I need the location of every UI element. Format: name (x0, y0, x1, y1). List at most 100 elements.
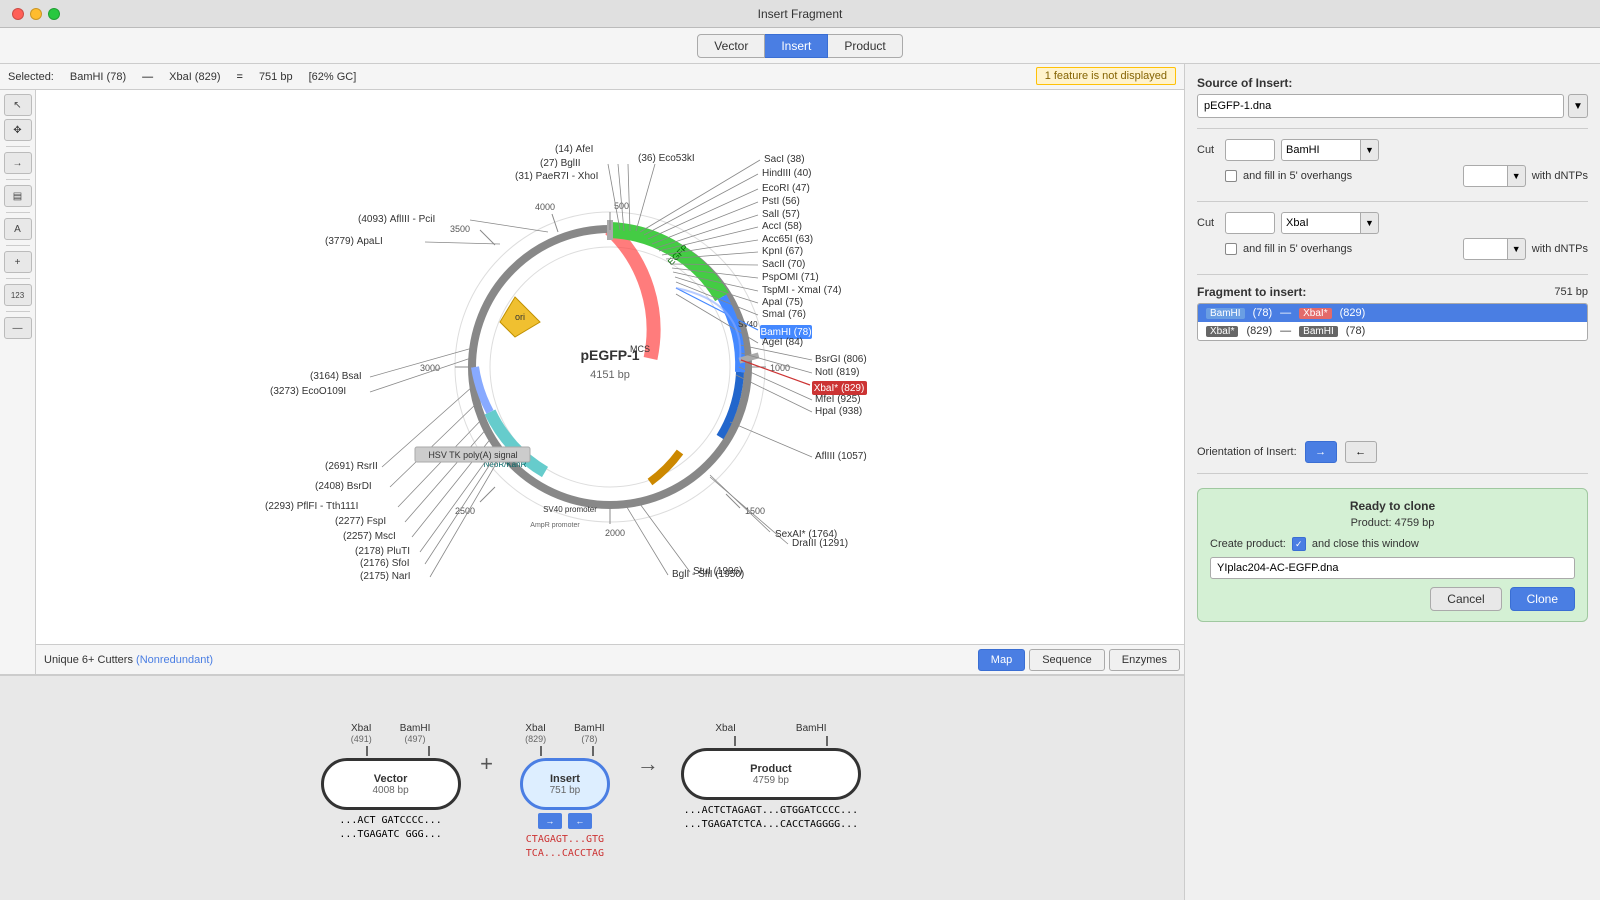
tool-label[interactable]: ▤ (4, 185, 32, 207)
map-toolbar: ↖ ✥ → ▤ A + 123 — (0, 90, 36, 674)
fill1-dntp-input[interactable] (1463, 165, 1508, 187)
tab-map[interactable]: Map (978, 649, 1025, 671)
circular-map-svg[interactable]: ori EGFP MCS SV40 NeoR/KanR (260, 90, 960, 652)
svg-text:TspMI - XmaI (74): TspMI - XmaI (74) (762, 285, 841, 296)
vector-xbai: XbaI (491) (351, 723, 372, 744)
main-layout: Selected: BamHI (78) — XbaI (829) = 751 … (0, 64, 1600, 900)
frag0-pos2: (829) (1340, 307, 1366, 319)
insert-bp: 751 bp (550, 785, 581, 796)
orient-reverse-btn[interactable]: ← (568, 813, 592, 829)
orient-forward-btn[interactable]: → (538, 813, 562, 829)
feature-warning: 1 feature is not displayed (1036, 67, 1176, 85)
svg-text:pEGFP-1: pEGFP-1 (580, 347, 639, 363)
source-dropdown[interactable]: ▼ (1568, 94, 1588, 118)
vector-tab[interactable]: Vector (697, 34, 765, 58)
cut1-position-input[interactable] (1225, 139, 1275, 161)
frag1-name1: XbaI* (1206, 326, 1238, 337)
nonredundant-link[interactable]: (Nonredundant) (136, 654, 213, 666)
maximize-button[interactable] (48, 8, 60, 20)
svg-text:2500: 2500 (455, 506, 475, 516)
svg-text:BglI - SfiI (1950): BglI - SfiI (1950) (672, 569, 744, 580)
tab-sequence[interactable]: Sequence (1029, 649, 1105, 671)
orient-label: Orientation of Insert: (1197, 446, 1297, 458)
window-title: Insert Fragment (758, 7, 843, 21)
cut1-enzyme-dropdown[interactable]: ▼ (1361, 139, 1379, 161)
tab-bar: Unique 6+ Cutters (Nonredundant) Map Seq… (36, 644, 1184, 674)
fill2-dntp-input[interactable] (1463, 238, 1508, 260)
fragment-item-1[interactable]: XbaI* (829) — BamHI (78) (1198, 322, 1587, 340)
svg-text:PspOMI (71): PspOMI (71) (762, 272, 819, 283)
svg-text:(3164) BsaI: (3164) BsaI (310, 371, 362, 382)
fill2-dntp-dropdown[interactable]: ▼ (1508, 238, 1526, 260)
svg-text:AccI (58): AccI (58) (762, 221, 802, 232)
fragment-item-0[interactable]: BamHI (78) — XbaI* (829) (1198, 304, 1587, 322)
action-buttons: Cancel Clone (1210, 587, 1575, 611)
frag1-name2: BamHI (1299, 326, 1338, 337)
vector-label: Vector (374, 773, 408, 785)
cancel-button[interactable]: Cancel (1430, 587, 1501, 611)
product-xbai: XbaI (715, 723, 736, 734)
tool-zoom[interactable]: + (4, 251, 32, 273)
fill1-checkbox[interactable] (1225, 170, 1237, 182)
svg-text:HSV TK poly(A) signal: HSV TK poly(A) signal (428, 450, 517, 460)
equals: = (237, 71, 243, 83)
create-row: Create product: and close this window (1210, 537, 1575, 551)
svg-text:EcoRI (47): EcoRI (47) (762, 183, 810, 194)
svg-text:XbaI* (829): XbaI* (829) (814, 383, 865, 394)
dntp1-label: with dNTPs (1532, 170, 1588, 182)
cut1-label: Cut (1197, 144, 1219, 156)
tool-text[interactable]: A (4, 218, 32, 240)
dash: — (142, 71, 153, 83)
tool-minus[interactable]: — (4, 317, 32, 339)
cut2-enzyme-dropdown[interactable]: ▼ (1361, 212, 1379, 234)
tool-select[interactable]: ↖ (4, 94, 32, 116)
toolbar-divider6 (6, 311, 30, 312)
filename-input[interactable] (1210, 557, 1575, 579)
create-label: Create product: (1210, 538, 1286, 550)
tool-123[interactable]: 123 (4, 284, 32, 306)
tool-pan[interactable]: ✥ (4, 119, 32, 141)
svg-text:4000: 4000 (535, 202, 555, 212)
fill1-label: and fill in 5' overhangs (1243, 170, 1457, 182)
svg-text:SexAI* (1764): SexAI* (1764) (775, 529, 837, 540)
insert-tab[interactable]: Insert (765, 34, 828, 58)
product-tab[interactable]: Product (828, 34, 902, 58)
svg-text:AflIII (1057): AflIII (1057) (815, 451, 867, 462)
svg-text:NotI (819): NotI (819) (815, 367, 859, 378)
cut2-position-input[interactable] (1225, 212, 1275, 234)
svg-text:(2293) PflFI - Tth111I: (2293) PflFI - Tth111I (265, 501, 358, 512)
tab-enzymes[interactable]: Enzymes (1109, 649, 1180, 671)
svg-text:3500: 3500 (450, 224, 470, 234)
source-row: ▼ (1197, 94, 1588, 118)
selected-gc: [62% GC] (309, 71, 357, 83)
fragment-list: BamHI (78) — XbaI* (829) XbaI* (829) — B… (1197, 303, 1588, 341)
divider3 (1197, 274, 1588, 275)
minimize-button[interactable] (30, 8, 42, 20)
svg-text:(2408) BsrDI: (2408) BsrDI (315, 481, 372, 492)
svg-text:(2257) MscI: (2257) MscI (343, 531, 396, 542)
cut1-section: Cut ▼ and fill in 5' overhangs ▼ with dN… (1197, 139, 1588, 191)
svg-text:(2691) RsrII: (2691) RsrII (325, 461, 378, 472)
source-input[interactable] (1197, 94, 1564, 118)
create-checkbox[interactable] (1292, 537, 1306, 551)
vector-piece: XbaI (491) BamHI (497) Vector (313, 723, 468, 842)
svg-text:(2277) FspI: (2277) FspI (335, 516, 386, 527)
svg-text:(2176) SfoI: (2176) SfoI (360, 558, 409, 569)
create-close: and close this window (1312, 538, 1419, 550)
fill2-label: and fill in 5' overhangs (1243, 243, 1457, 255)
svg-text:SmaI (76): SmaI (76) (762, 309, 806, 320)
insert-xbai: XbaI (829) (525, 723, 546, 744)
window-controls (12, 8, 60, 20)
cut2-enzyme-input[interactable] (1281, 212, 1361, 234)
orient-reverse-btn[interactable]: ← (1345, 441, 1377, 463)
frag0-pos1: (78) (1253, 307, 1273, 319)
cut1-enzyme-input[interactable] (1281, 139, 1361, 161)
tool-arrow[interactable]: → (4, 152, 32, 174)
clone-button[interactable]: Clone (1510, 587, 1575, 611)
fill1-dntp-dropdown[interactable]: ▼ (1508, 165, 1526, 187)
ready-box: Ready to clone Product: 4759 bp Create p… (1197, 488, 1588, 622)
close-button[interactable] (12, 8, 24, 20)
fill2-checkbox[interactable] (1225, 243, 1237, 255)
insert-piece: XbaI (829) BamHI (78) Insert (505, 723, 625, 861)
orient-forward-btn[interactable]: → (1305, 441, 1337, 463)
